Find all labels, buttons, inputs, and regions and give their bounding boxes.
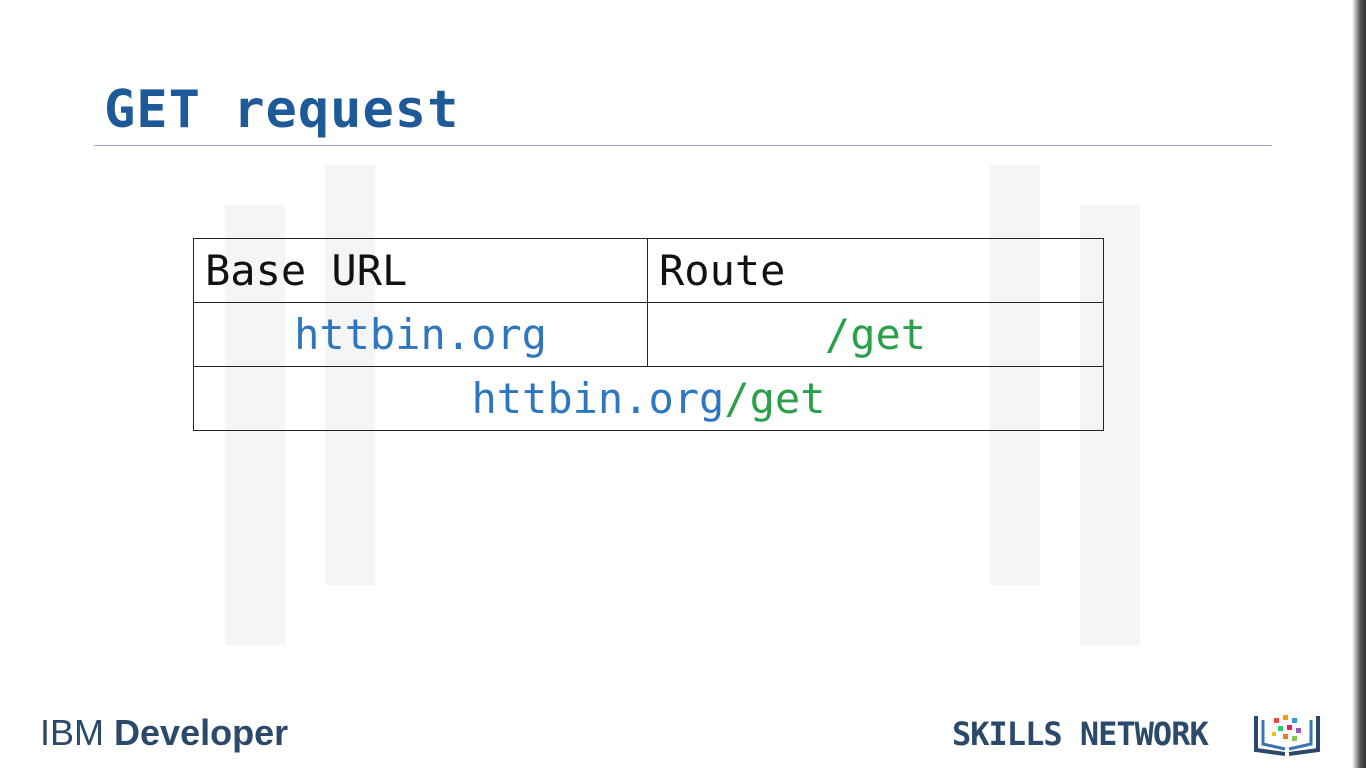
- ibm-developer-logo: IBM Developer: [40, 712, 288, 754]
- book-network-icon: [1254, 715, 1320, 756]
- header-base-url: Base URL: [193, 238, 648, 303]
- url-table: Base URL Route httbin.org /get httbin.or…: [193, 238, 1104, 431]
- ibm-text: IBM: [40, 712, 105, 753]
- title-divider: [94, 145, 1272, 146]
- full-url-base: httbin.org: [471, 374, 725, 423]
- skills-network-logo-text: SKILLS NETWORK: [952, 715, 1209, 753]
- header-route: Route: [647, 238, 1104, 303]
- cell-full-url: httbin.org/get: [193, 366, 1104, 431]
- developer-text: Developer: [114, 712, 289, 753]
- table-row-combined: httbin.org/get: [193, 366, 1104, 431]
- cell-base-url: httbin.org: [193, 302, 648, 367]
- full-url-route: /get: [724, 374, 826, 423]
- cell-route: /get: [647, 302, 1104, 367]
- window-edge: [1352, 0, 1366, 768]
- table-row: httbin.org /get: [193, 302, 1104, 367]
- table-header-row: Base URL Route: [193, 238, 1104, 303]
- slide-title: GET request: [104, 80, 460, 140]
